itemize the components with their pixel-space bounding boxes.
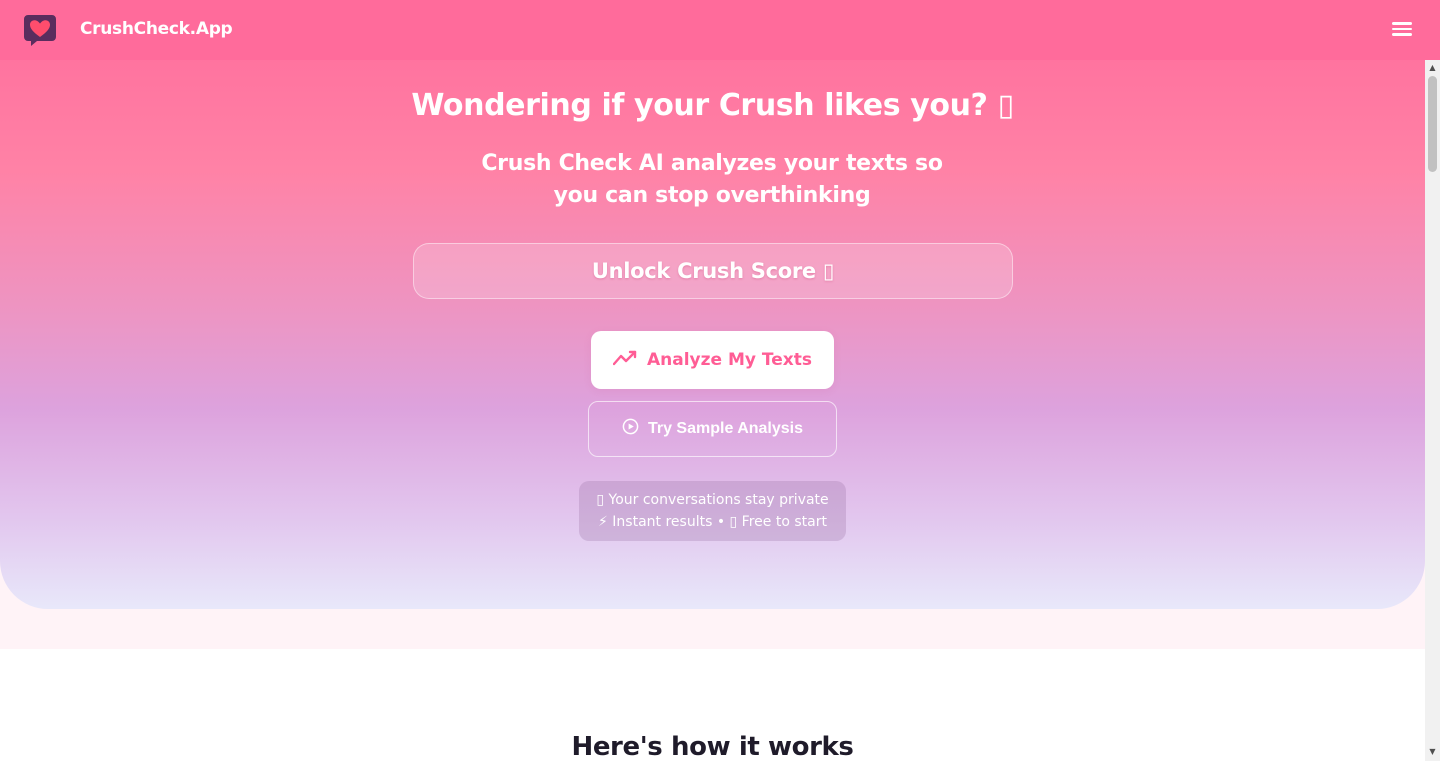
heart-chat-bubble-icon[interactable] xyxy=(22,12,58,48)
brand-name[interactable]: CrushCheck.App xyxy=(80,19,233,39)
analyze-label: Analyze My Texts xyxy=(647,350,812,370)
hamburger-menu-icon[interactable] xyxy=(1388,18,1416,42)
privacy-line-1: ▯ Your conversations stay private xyxy=(596,492,829,508)
trending-line-icon xyxy=(612,350,637,371)
sample-label: Try Sample Analysis xyxy=(647,420,804,437)
hero-subtitle: Crush Check AI analyzes your texts so yo… xyxy=(481,151,943,208)
scroll-down-arrow-icon[interactable]: ▼ xyxy=(1425,744,1440,759)
top-nav: CrushCheck.App xyxy=(0,0,1440,60)
privacy-badge: ▯ Your conversations stay private ⚡ Inst… xyxy=(579,481,846,541)
scroll-up-arrow-icon[interactable]: ▲ xyxy=(1425,60,1440,75)
page: Wondering if your Crush likes you? ▯ Cru… xyxy=(0,0,1425,761)
hero-title: Wondering if your Crush likes you? ▯ xyxy=(411,88,1014,123)
play-circle-icon xyxy=(622,418,639,440)
unlock-label: Unlock Crush Score ▯ xyxy=(591,259,835,283)
scrollbar-thumb[interactable] xyxy=(1428,76,1437,172)
analyze-texts-button[interactable]: Analyze My Texts xyxy=(591,331,834,389)
try-sample-analysis-button[interactable]: Try Sample Analysis xyxy=(588,401,837,457)
how-it-works-title: Here's how it works xyxy=(571,732,854,761)
unlock-crush-score-button[interactable]: Unlock Crush Score ▯ xyxy=(413,243,1013,299)
privacy-line-2: ⚡ Instant results • ▯ Free to start xyxy=(598,514,827,530)
